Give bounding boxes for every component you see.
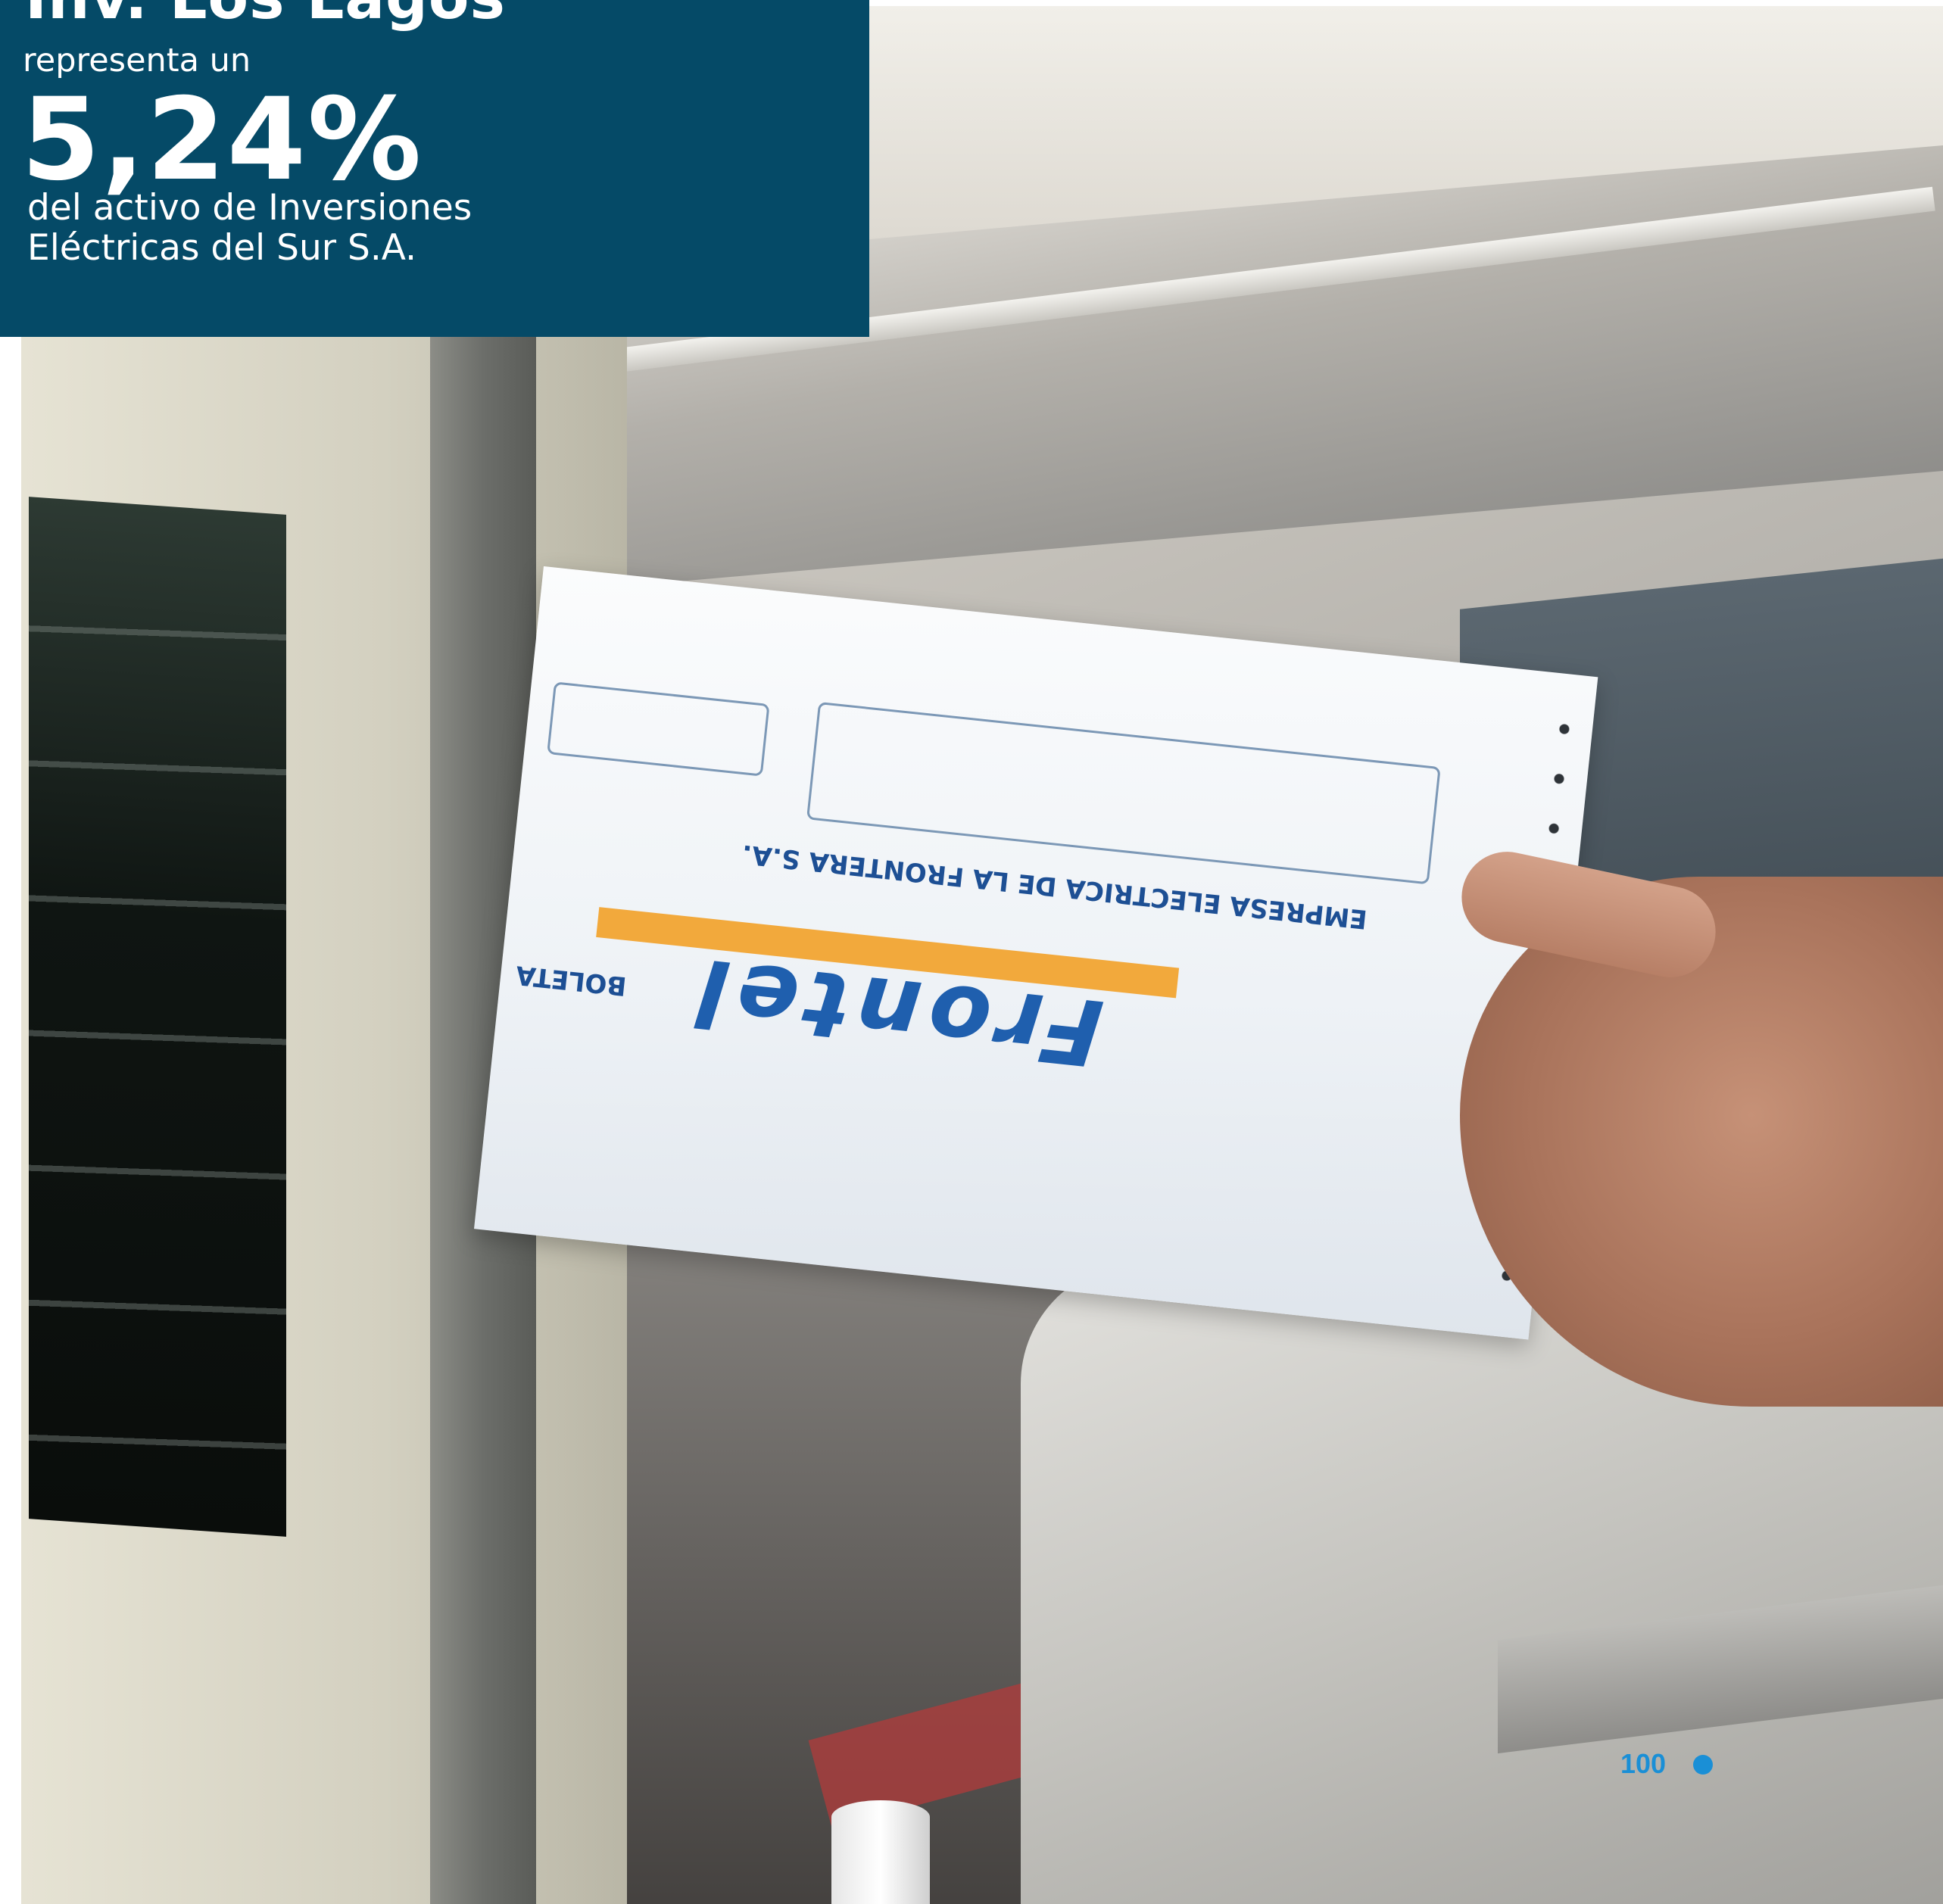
panel-description-line-1: del activo de Inversiones <box>27 187 472 229</box>
panel-heading: Inv. Los Lagos <box>25 0 506 36</box>
panel-description-line-2: Eléctricas del Sur S.A. <box>27 227 417 269</box>
panel-percentage-figure: 5,24% <box>21 74 423 206</box>
panel-description: del activo de Inversiones Eléctricas del… <box>27 188 472 268</box>
paper-form-box-small <box>547 681 770 777</box>
statistic-panel: Inv. Los Lagos representa un 5,24% del a… <box>0 0 869 337</box>
paper-logo-word: Frontel <box>685 936 1108 1086</box>
white-cup <box>831 1800 930 1904</box>
monitor-screen-lines <box>29 497 286 1537</box>
report-page: EMPRESA ELECTRICA DE LA FRONTERA S.A. Fr… <box>0 0 1943 1904</box>
page-number: 100 <box>1620 1748 1667 1779</box>
printed-invoice-paper: EMPRESA ELECTRICA DE LA FRONTERA S.A. Fr… <box>474 566 1598 1340</box>
page-number-dot <box>1693 1755 1713 1775</box>
paper-logo-block: Frontel <box>588 907 1209 1086</box>
